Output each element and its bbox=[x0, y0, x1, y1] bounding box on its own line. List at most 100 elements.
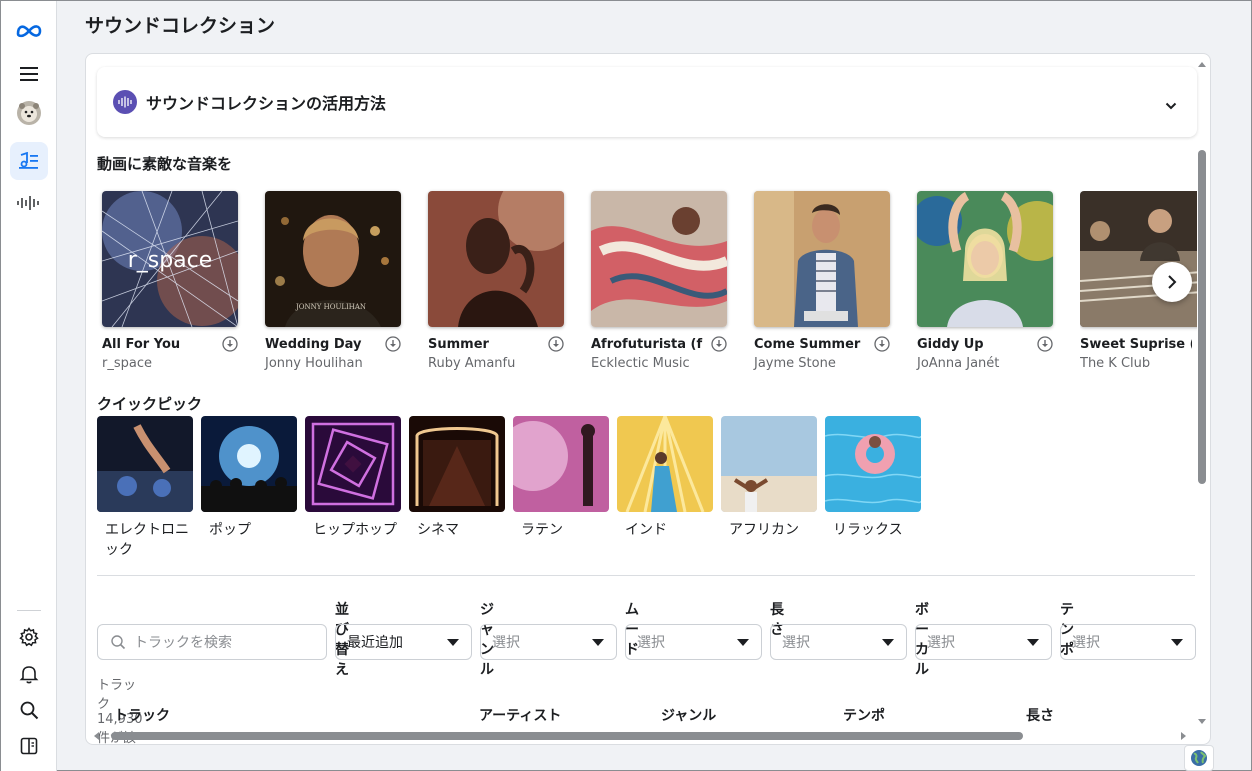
quick-pick-image[interactable] bbox=[409, 416, 505, 512]
notifications-bell-icon[interactable] bbox=[10, 655, 48, 693]
vocal-select[interactable]: 選択 bbox=[915, 624, 1052, 660]
horizontal-scrollbar-thumb[interactable] bbox=[111, 732, 1023, 740]
scroll-right-arrow[interactable] bbox=[1181, 732, 1186, 740]
track-title[interactable]: Sweet Suprise (… bbox=[1080, 337, 1192, 352]
track-title[interactable]: Summer bbox=[428, 337, 540, 352]
track-title[interactable]: Giddy Up bbox=[917, 337, 1029, 352]
page-title: サウンドコレクション bbox=[85, 15, 276, 37]
menu-icon[interactable] bbox=[10, 55, 48, 93]
quick-pick-image[interactable] bbox=[305, 416, 401, 512]
panel-toggle-icon[interactable] bbox=[10, 727, 48, 765]
album-art[interactable] bbox=[591, 191, 727, 327]
sound-collection-panel: サウンドコレクションの活用方法 動画に素敵な音楽を r_space All Fo… bbox=[85, 53, 1211, 745]
quick-pick-image[interactable] bbox=[201, 416, 297, 512]
album-art-text: JONNY HOULIHAN bbox=[295, 303, 366, 311]
sound-wave-icon bbox=[113, 90, 137, 114]
length-select[interactable]: 選択 bbox=[770, 624, 907, 660]
sort-select[interactable]: 最近追加 bbox=[335, 624, 472, 660]
vertical-scrollbar-thumb[interactable] bbox=[1198, 150, 1206, 484]
carousel-next-button[interactable] bbox=[1152, 262, 1192, 302]
download-icon[interactable] bbox=[548, 336, 564, 352]
tempo-select[interactable]: 選択 bbox=[1060, 624, 1196, 660]
mood-select[interactable]: 選択 bbox=[625, 624, 762, 660]
download-icon[interactable] bbox=[874, 336, 890, 352]
tempo-value: 選択 bbox=[1072, 635, 1100, 651]
quick-pick-label: エレクトロニック bbox=[105, 522, 189, 558]
search-icon bbox=[111, 635, 126, 650]
track-card[interactable]: Come Summer Jayme Stone bbox=[754, 191, 890, 371]
column-header-genre[interactable]: ジャンル bbox=[661, 705, 716, 725]
column-header-tempo[interactable]: テンポ bbox=[843, 705, 885, 725]
quick-pick-label: リラックス bbox=[833, 522, 903, 538]
quick-pick-hiphop[interactable]: ヒップホップ bbox=[305, 416, 401, 540]
genre-select[interactable]: 選択 bbox=[480, 624, 617, 660]
quick-pick-indian[interactable]: インド bbox=[617, 416, 713, 540]
howto-accordion[interactable]: サウンドコレクションの活用方法 bbox=[97, 67, 1197, 137]
sort-value: 最近追加 bbox=[347, 635, 403, 651]
quick-pick-electronic[interactable]: エレクトロニック bbox=[97, 416, 193, 560]
search-icon[interactable] bbox=[10, 691, 48, 729]
rail-divider bbox=[17, 610, 41, 611]
quick-pick-label: ヒップホップ bbox=[313, 522, 397, 538]
album-art[interactable] bbox=[917, 191, 1053, 327]
track-card[interactable]: Giddy Up JoAnna Janét bbox=[917, 191, 1053, 371]
download-icon[interactable] bbox=[222, 336, 238, 352]
quick-pick-label: ラテン bbox=[521, 522, 563, 538]
album-art[interactable]: JONNY HOULIHAN bbox=[265, 191, 401, 327]
download-icon[interactable] bbox=[385, 336, 401, 352]
profile-avatar[interactable] bbox=[10, 94, 48, 132]
genre-value: 選択 bbox=[492, 635, 520, 651]
track-artist: The K Club bbox=[1080, 356, 1151, 371]
quick-pick-image[interactable] bbox=[97, 416, 193, 512]
track-title[interactable]: Afrofuturista (f… bbox=[591, 337, 703, 352]
audio-waveform-icon[interactable] bbox=[10, 184, 48, 222]
scroll-left-arrow[interactable] bbox=[94, 732, 99, 740]
sound-collection-nav-icon[interactable] bbox=[10, 142, 48, 180]
album-art[interactable] bbox=[428, 191, 564, 327]
quick-pick-label: アフリカン bbox=[729, 522, 799, 538]
quick-pick-pop[interactable]: ポップ bbox=[201, 416, 297, 540]
settings-gear-icon[interactable] bbox=[10, 618, 48, 656]
quick-pick-latin[interactable]: ラテン bbox=[513, 416, 609, 540]
track-card[interactable]: r_space All For You r_space bbox=[102, 191, 238, 371]
album-art[interactable]: r_space bbox=[102, 191, 238, 327]
track-artist: Ecklectic Music bbox=[591, 356, 690, 371]
quick-pick-relax[interactable]: リラックス bbox=[825, 416, 921, 540]
meta-logo-icon[interactable] bbox=[10, 12, 48, 50]
quick-pick-image[interactable] bbox=[513, 416, 609, 512]
quick-pick-image[interactable] bbox=[721, 416, 817, 512]
section-divider bbox=[97, 575, 1195, 576]
track-title[interactable]: Come Summer bbox=[754, 337, 866, 352]
track-artist: Jonny Houlihan bbox=[265, 356, 363, 371]
howto-title: サウンドコレクションの活用方法 bbox=[146, 94, 387, 113]
caret-down-icon bbox=[447, 639, 459, 646]
scroll-down-arrow[interactable] bbox=[1198, 719, 1206, 724]
album-art[interactable] bbox=[754, 191, 890, 327]
chevron-down-icon[interactable] bbox=[1165, 95, 1177, 114]
column-header-length[interactable]: 長さ bbox=[1026, 705, 1054, 725]
download-icon[interactable] bbox=[1037, 336, 1053, 352]
quick-picks-section-title: クイックピック bbox=[97, 395, 203, 413]
track-card[interactable]: Afrofuturista (f… Ecklectic Music bbox=[591, 191, 727, 371]
scroll-up-arrow[interactable] bbox=[1198, 62, 1206, 67]
globe-icon bbox=[1191, 750, 1207, 766]
album-art[interactable] bbox=[1080, 191, 1197, 327]
mood-value: 選択 bbox=[637, 635, 665, 651]
track-card[interactable]: JONNY HOULIHAN Wedding Day Jonny Houliha… bbox=[265, 191, 401, 371]
quick-pick-image[interactable] bbox=[617, 416, 713, 512]
caret-down-icon bbox=[1171, 639, 1183, 646]
download-icon[interactable] bbox=[711, 336, 727, 352]
quick-pick-african[interactable]: アフリカン bbox=[721, 416, 817, 540]
language-globe-button[interactable] bbox=[1184, 745, 1214, 771]
quick-pick-label: シネマ bbox=[417, 522, 459, 538]
track-title[interactable]: All For You bbox=[102, 337, 214, 352]
quick-pick-cinema[interactable]: シネマ bbox=[409, 416, 505, 540]
track-card[interactable]: Summer Ruby Amanfu bbox=[428, 191, 564, 371]
length-value: 選択 bbox=[782, 635, 810, 651]
caret-down-icon bbox=[592, 639, 604, 646]
quick-pick-image[interactable] bbox=[825, 416, 921, 512]
track-title[interactable]: Wedding Day bbox=[265, 337, 377, 352]
column-header-artist[interactable]: アーティスト bbox=[479, 705, 561, 725]
track-search-input[interactable]: トラックを検索 bbox=[97, 624, 327, 660]
column-header-track[interactable]: トラック bbox=[114, 705, 170, 725]
